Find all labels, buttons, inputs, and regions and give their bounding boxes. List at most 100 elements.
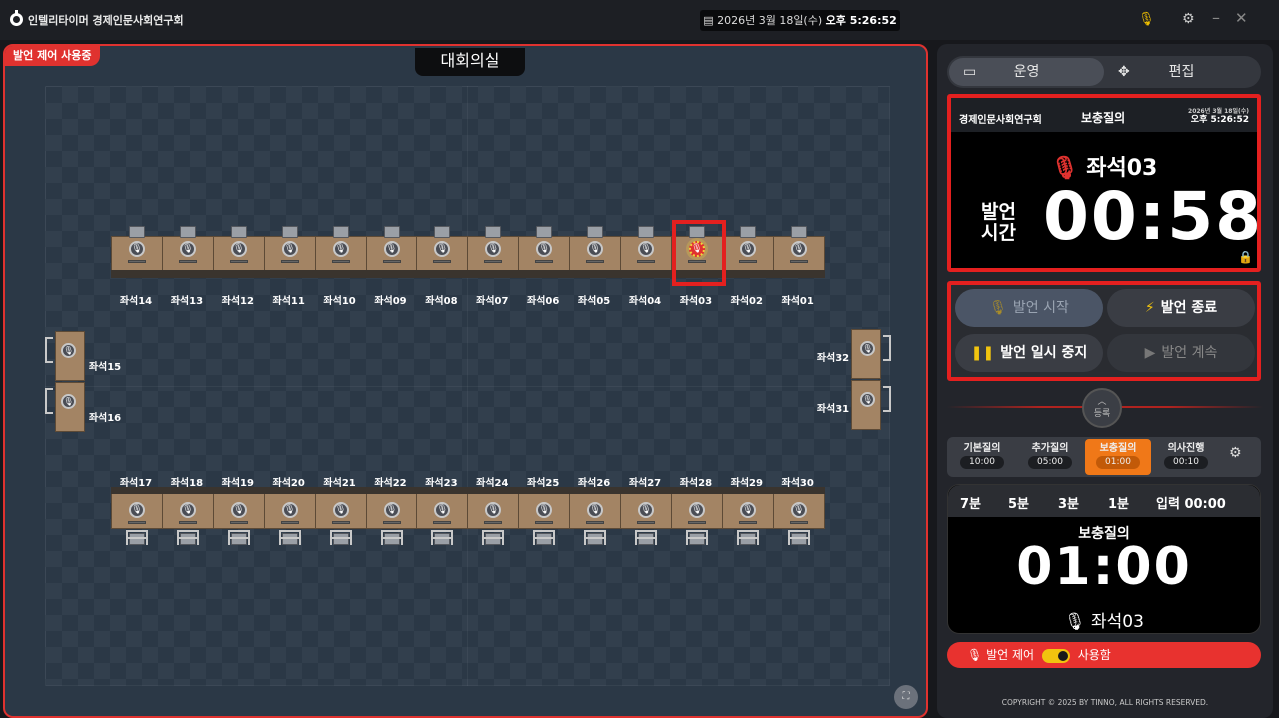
seat-mic-icon[interactable]: 🎙 <box>638 502 654 518</box>
seat-mic-icon[interactable]: 🎙 <box>281 241 298 257</box>
seat-mic-icon[interactable]: 🎙 <box>383 241 400 257</box>
seat-mic-icon[interactable]: 🎙 <box>860 392 875 407</box>
run-mode-button[interactable]: ▭ 운영 <box>949 58 1104 86</box>
seat-desk[interactable]: 🎙 <box>518 226 571 284</box>
lock-icon[interactable]: 🔒 <box>1238 250 1253 264</box>
desk-base <box>416 270 469 278</box>
seat-mic-icon[interactable]: 🎙 <box>638 241 654 257</box>
desk-base <box>467 487 520 494</box>
seat-mic-icon[interactable]: 🎙 <box>61 394 76 409</box>
chair-icon <box>736 530 759 545</box>
custom-time-input[interactable]: 입력 00:00 <box>1156 493 1226 512</box>
fullscreen-icon[interactable]: ⛶ <box>894 685 918 709</box>
preset-7min-button[interactable]: 7분 <box>960 493 981 512</box>
seat-mic-icon[interactable]: 🎙 <box>790 502 807 518</box>
resume-speech-label: 발언 계속 <box>1161 345 1218 361</box>
tab-supplementary-question[interactable]: 보충질의 01:00 <box>1085 439 1151 475</box>
seat-desk[interactable]: 🎙 <box>772 226 825 284</box>
tab-basic-question[interactable]: 기본질의 10:00 <box>949 439 1015 475</box>
minimize-button[interactable]: – <box>1212 8 1220 27</box>
seat-desk[interactable]: 🎙 <box>721 487 774 545</box>
seat-indicator-bar <box>229 521 248 524</box>
monitor-icon <box>179 226 196 238</box>
seat-desk[interactable]: 🎙 <box>518 487 571 545</box>
seat-desk[interactable]: 🎙 <box>111 487 163 545</box>
question-kind: 보충질의 <box>1081 111 1126 125</box>
desk-base <box>111 487 163 494</box>
seat-desk[interactable]: 🎙 <box>263 487 316 545</box>
seat-mic-icon[interactable]: 🎙 <box>739 241 756 257</box>
seat-mic-icon[interactable]: 🎙 <box>332 241 349 257</box>
chair-icon <box>278 530 301 545</box>
desk-base <box>518 270 571 278</box>
tab-additional-question[interactable]: 추가질의 05:00 <box>1017 439 1083 475</box>
speech-control-toggle-bar[interactable]: 🎙 발언 제어 사용함 <box>947 642 1261 668</box>
resume-speech-button[interactable]: ▶ 발언 계속 <box>1107 334 1255 372</box>
seat-desk[interactable]: 🎙 <box>670 487 723 545</box>
settings-gear-icon[interactable]: ⚙ <box>1182 11 1195 27</box>
pause-speech-button[interactable]: ❚❚ 발언 일시 중지 <box>955 334 1103 372</box>
seat-mic-icon[interactable]: 🎙 <box>860 341 875 356</box>
side-seat-desk[interactable]: 🎙 <box>45 382 85 432</box>
seat-mic-icon[interactable]: 🎙 <box>230 502 247 518</box>
start-speech-button[interactable]: 🎙 발언 시작 <box>955 289 1103 327</box>
seat-indicator-bar <box>586 260 605 263</box>
seat-desk[interactable]: 🎙 <box>212 487 265 545</box>
seat-mic-icon[interactable]: 🎙 <box>587 241 604 257</box>
seat-mic-icon[interactable]: 🎙 <box>587 502 604 518</box>
chair-icon <box>685 530 708 545</box>
seat-desk[interactable]: 🎙 <box>314 487 367 545</box>
speech-control-toggle[interactable] <box>1041 648 1070 663</box>
seat-desk[interactable]: 🎙 <box>263 226 316 284</box>
seat-mic-icon[interactable]: 🎙 <box>230 241 247 257</box>
seat-label: 좌석06 <box>527 296 560 307</box>
seat-desk[interactable]: 🎙 <box>416 487 469 545</box>
seat-desk[interactable]: 🎙 <box>569 487 622 545</box>
seat-mic-icon[interactable]: 🎙 <box>790 241 807 257</box>
seat-mic-icon[interactable]: 🎙 <box>688 502 705 518</box>
seat-mic-icon[interactable]: 🎙 <box>61 343 76 358</box>
close-button[interactable]: ✕ <box>1235 9 1248 27</box>
tab-settings-gear-icon[interactable]: ⚙ <box>1229 445 1242 461</box>
side-seat-desk[interactable]: 🎙 <box>851 329 891 379</box>
seat-desk[interactable]: 🎙 <box>314 226 367 284</box>
seat-mic-icon[interactable]: 🎙 <box>129 502 145 518</box>
side-seat-desk[interactable]: 🎙 <box>851 380 891 430</box>
seat-desk[interactable]: 🎙 <box>111 226 163 284</box>
seat-mic-icon[interactable]: 🎙 <box>129 241 145 257</box>
seat-mic-icon[interactable]: 🎙 <box>281 502 298 518</box>
seat-desk[interactable]: 🎙 <box>620 226 672 284</box>
edit-mode-button[interactable]: ✥ 편집 <box>1104 58 1259 86</box>
tab-procedure[interactable]: 의사진행 00:10 <box>1153 439 1219 475</box>
preset-1min-button[interactable]: 1분 <box>1108 493 1129 512</box>
seat-mic-icon[interactable]: 🎙 <box>179 241 196 257</box>
seat-desk[interactable]: 🎙 <box>772 487 825 545</box>
seat-mic-icon[interactable]: 🎙 <box>383 502 400 518</box>
countdown-panel: 7분 5분 3분 1분 입력 00:00 보충질의 01:00 🎙 좌석03 <box>947 484 1261 634</box>
seat-desk[interactable]: 🎙 <box>416 226 469 284</box>
seat-desk[interactable]: 🎙 <box>212 226 265 284</box>
seat-desk[interactable]: 🎙 <box>161 226 214 284</box>
preset-5min-button[interactable]: 5분 <box>1008 493 1029 512</box>
side-seat-desk[interactable]: 🎙 <box>45 331 85 381</box>
seat-mic-icon[interactable]: 🎙 <box>332 502 349 518</box>
chair-icon <box>533 530 556 545</box>
mic-icon[interactable]: 🎙 <box>1138 12 1155 27</box>
register-button[interactable]: ︿ 등록 <box>1082 388 1122 428</box>
seat-mic-icon[interactable]: 🎙 <box>739 502 756 518</box>
seat-desk[interactable]: 🎙 <box>161 487 214 545</box>
tab-time: 01:00 <box>1096 456 1140 469</box>
seat-desk[interactable]: 🎙 <box>365 487 418 545</box>
seat-mic-icon[interactable]: 🎙 <box>179 502 196 518</box>
seat-indicator-bar <box>128 260 146 263</box>
seat-desk[interactable]: 🎙 <box>467 487 520 545</box>
seat-desk[interactable]: 🎙 <box>365 226 418 284</box>
preset-3min-button[interactable]: 3분 <box>1058 493 1079 512</box>
seat-desk[interactable]: 🎙 <box>620 487 672 545</box>
seat-desk[interactable]: 🎙 <box>569 226 622 284</box>
tab-label: 의사진행 <box>1167 443 1205 454</box>
chair-icon <box>787 530 810 545</box>
seat-desk[interactable]: 🎙 <box>467 226 520 284</box>
seat-desk[interactable]: 🎙 <box>721 226 774 284</box>
end-speech-button[interactable]: ⚡ 발언 종료 <box>1107 289 1255 327</box>
